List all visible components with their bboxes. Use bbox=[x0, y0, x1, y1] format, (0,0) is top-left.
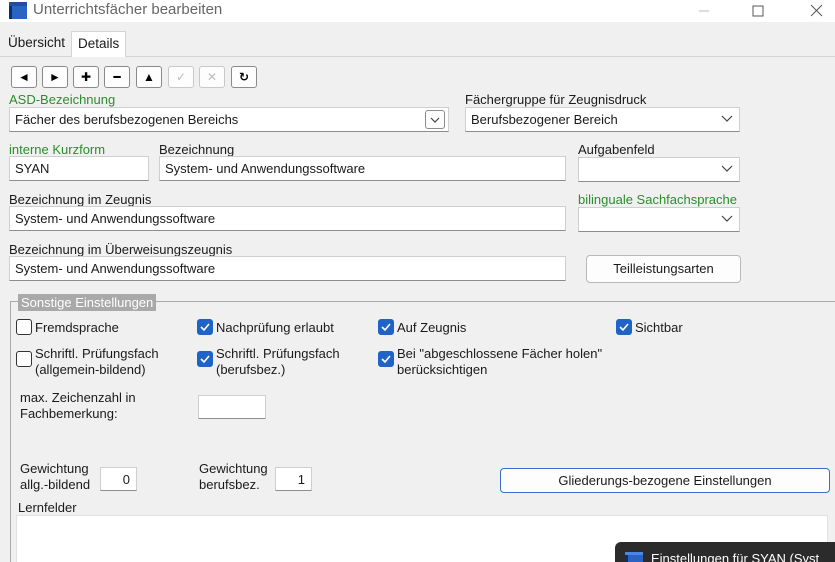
app-window-icon bbox=[625, 552, 643, 562]
gewichtung-berufsbez-value: 1 bbox=[297, 472, 305, 487]
gewichtung-allgemein-label-line2: allg.-bildend bbox=[20, 477, 91, 492]
abgeschlossene-faecher-label-line2: berücksichtigen bbox=[397, 362, 488, 377]
abgeschlossene-faecher-label-line1: Bei "abgeschlossene Fächer holen" bbox=[397, 346, 603, 361]
sichtbar-checkbox[interactable] bbox=[616, 319, 632, 335]
bezeichnung-label: Bezeichnung bbox=[159, 142, 235, 157]
gewichtung-allgemein-value: 0 bbox=[122, 472, 130, 487]
chevron-down-icon bbox=[721, 215, 733, 222]
gewichtung-berufsbez-label-line2: berufsbez. bbox=[199, 477, 260, 492]
move-up-button[interactable]: ▲ bbox=[136, 66, 162, 88]
gewichtung-berufsbez-label-line1: Gewichtung bbox=[199, 461, 268, 476]
auf-zeugnis-label: Auf Zeugnis bbox=[397, 320, 467, 335]
lernfelder-label: Lernfelder bbox=[18, 500, 77, 515]
max-zeichenzahl-input[interactable] bbox=[198, 395, 266, 419]
nachpruefung-label: Nachprüfung erlaubt bbox=[216, 320, 334, 335]
check-icon bbox=[200, 355, 210, 364]
max-zeichenzahl-label-line1: max. Zeichenzahl in bbox=[20, 390, 136, 405]
minimize-icon[interactable] bbox=[682, 0, 726, 22]
plus-icon: ✚ bbox=[80, 70, 92, 84]
asd-combobox[interactable]: Fächer des berufsbezogenen Bereichs bbox=[9, 107, 449, 132]
chevron-down-icon bbox=[721, 165, 733, 172]
gewichtung-berufsbez-input[interactable]: 1 bbox=[275, 467, 312, 491]
gewichtung-allgemein-input[interactable]: 0 bbox=[100, 467, 137, 491]
bezeichnung-value: System- und Anwendungssoftware bbox=[165, 161, 366, 176]
check-icon bbox=[381, 323, 391, 332]
kurzform-label: interne Kurzform bbox=[9, 142, 106, 157]
fremdsprache-label: Fremdsprache bbox=[35, 320, 119, 335]
faechergruppe-label: Fächergruppe für Zeugnisdruck bbox=[465, 92, 647, 107]
aufgabenfeld-label: Aufgabenfeld bbox=[578, 142, 655, 157]
chevron-down-icon bbox=[721, 115, 733, 122]
asd-dropdown-button[interactable] bbox=[425, 110, 445, 129]
close-icon[interactable] bbox=[794, 0, 835, 22]
zeugnis-input[interactable]: System- und Anwendungssoftware bbox=[9, 206, 566, 231]
aufgabenfeld-combobox[interactable] bbox=[578, 157, 740, 182]
popup-title: Einstellungen für SYAN (Syst bbox=[651, 551, 820, 562]
teilleistungsarten-button[interactable]: Teilleistungsarten bbox=[586, 255, 741, 283]
ueberweisung-value: System- und Anwendungssoftware bbox=[15, 261, 216, 276]
refresh-button[interactable]: ↻ bbox=[231, 66, 257, 88]
refresh-icon: ↻ bbox=[238, 70, 250, 84]
gliederungs-einstellungen-button[interactable]: Gliederungs-bezogene Einstellungen bbox=[500, 468, 830, 493]
ueberweisung-input[interactable]: System- und Anwendungssoftware bbox=[9, 256, 566, 281]
einstellungen-popup[interactable]: Einstellungen für SYAN (Syst bbox=[615, 542, 835, 562]
next-record-button[interactable]: ► bbox=[42, 66, 68, 88]
nachpruefung-checkbox[interactable] bbox=[197, 319, 213, 335]
pruefungsfach-allgemein-label-line1: Schriftl. Prüfungsfach bbox=[35, 346, 159, 361]
previous-record-button[interactable]: ◄ bbox=[11, 66, 37, 88]
pruefungsfach-berufsbez-checkbox[interactable] bbox=[197, 351, 213, 367]
app-window-icon bbox=[9, 2, 27, 19]
cancel-button[interactable]: ✕ bbox=[199, 66, 225, 88]
pruefungsfach-allgemein-label-line2: (allgemein-bildend) bbox=[35, 362, 146, 377]
ueberweisung-label: Bezeichnung im Überweisungszeugnis bbox=[9, 242, 233, 257]
kurzform-value: SYAN bbox=[15, 161, 50, 176]
check-icon bbox=[381, 355, 391, 364]
confirm-button[interactable]: ✓ bbox=[168, 66, 194, 88]
sichtbar-label: Sichtbar bbox=[635, 320, 683, 335]
delete-record-button[interactable]: ━ bbox=[104, 66, 130, 88]
pruefungsfach-berufsbez-label-line2: (berufsbez.) bbox=[216, 362, 286, 377]
check-icon bbox=[200, 323, 210, 332]
cross-icon: ✕ bbox=[206, 70, 218, 84]
arrow-left-icon: ◄ bbox=[18, 70, 30, 84]
abgeschlossene-faecher-checkbox[interactable] bbox=[378, 351, 394, 367]
window-title: Unterrichtsfächer bearbeiten bbox=[33, 1, 223, 18]
gewichtung-allgemein-label-line1: Gewichtung bbox=[20, 461, 89, 476]
bezeichnung-input[interactable]: System- und Anwendungssoftware bbox=[159, 156, 566, 181]
auf-zeugnis-checkbox[interactable] bbox=[378, 319, 394, 335]
asd-label: ASD-Bezeichnung bbox=[9, 92, 116, 107]
triangle-up-icon: ▲ bbox=[143, 70, 155, 84]
bilingual-label: bilinguale Sachfachsprache bbox=[578, 192, 737, 207]
kurzform-input[interactable]: SYAN bbox=[9, 156, 149, 181]
tab-uebersicht[interactable]: Übersicht bbox=[2, 31, 71, 57]
pruefungsfach-berufsbez-label-line1: Schriftl. Prüfungsfach bbox=[216, 346, 340, 361]
tab-details[interactable]: Details bbox=[71, 31, 127, 57]
max-zeichenzahl-label-line2: Fachbemerkung: bbox=[20, 406, 118, 421]
arrow-right-icon: ► bbox=[49, 70, 61, 84]
check-icon bbox=[619, 323, 629, 332]
minus-icon: ━ bbox=[113, 70, 121, 84]
bilingual-combobox[interactable] bbox=[578, 207, 740, 232]
maximize-icon[interactable] bbox=[736, 0, 780, 22]
chevron-down-icon bbox=[430, 117, 440, 123]
check-icon: ✓ bbox=[175, 70, 187, 84]
add-record-button[interactable]: ✚ bbox=[73, 66, 99, 88]
faechergruppe-combobox[interactable]: Berufsbezogener Bereich bbox=[465, 107, 740, 132]
zeugnis-label: Bezeichnung im Zeugnis bbox=[9, 192, 152, 207]
asd-value: Fächer des berufsbezogenen Bereichs bbox=[15, 112, 239, 127]
sonstige-einstellungen-title: Sonstige Einstellungen bbox=[18, 294, 157, 311]
fremdsprache-checkbox[interactable] bbox=[16, 319, 32, 335]
zeugnis-value: System- und Anwendungssoftware bbox=[15, 211, 216, 226]
pruefungsfach-allgemein-checkbox[interactable] bbox=[16, 351, 32, 367]
faechergruppe-value: Berufsbezogener Bereich bbox=[471, 112, 618, 127]
